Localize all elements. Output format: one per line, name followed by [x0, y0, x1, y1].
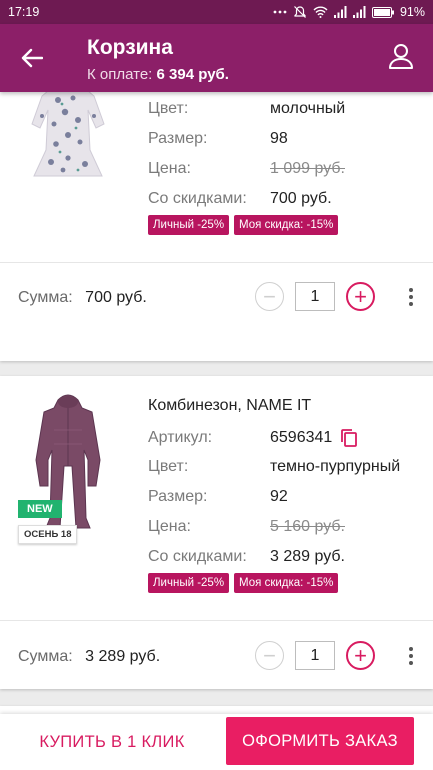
page-title: Корзина [87, 36, 173, 59]
copy-icon[interactable] [340, 428, 358, 448]
sum-label: Сумма: [18, 289, 73, 306]
increase-button[interactable]: + [346, 641, 375, 670]
battery-level: 91% [399, 5, 425, 19]
status-time: 17:19 [8, 5, 40, 19]
season-badge: ОСЕНЬ 18 [18, 525, 78, 544]
cart-item: NEW ОСЕНЬ 18 Комбинезон, NAME IT Артикул… [0, 376, 433, 689]
battery-icon [371, 6, 394, 18]
article-value: 6596341 [270, 429, 333, 446]
new-badge: NEW [18, 500, 62, 518]
profile-button[interactable] [385, 40, 417, 72]
color-value: темно-пурпурный [270, 458, 401, 475]
wifi-icon [313, 6, 328, 18]
more-vert-icon [409, 288, 413, 292]
item-menu-button[interactable] [407, 647, 415, 665]
bottom-action-bar: КУПИТЬ В 1 КЛИК ОФОРМИТЬ ЗАКАЗ [0, 714, 433, 770]
mute-icon [293, 5, 307, 19]
discounted-value: 700 руб. [270, 190, 332, 207]
arrow-back-icon [21, 48, 43, 68]
price-value: 5 160 руб. [270, 518, 345, 535]
price-value: 1 099 руб. [270, 160, 345, 177]
price-label: Цена: [148, 518, 191, 535]
user-icon [389, 44, 413, 69]
pay-label: К оплате: [87, 66, 153, 83]
divider [0, 620, 433, 621]
discount-badges: Личный -25% Моя скидка: -15% [148, 215, 339, 235]
app-bar: Корзина К оплате: 6 394 руб. [0, 24, 433, 92]
sum-value: 700 руб. [85, 289, 147, 306]
minus-icon: − [263, 283, 276, 309]
size-row: Размер: 92 [148, 488, 288, 506]
more-icon [273, 9, 287, 15]
personal-discount-badge: Личный -25% [148, 573, 230, 593]
discounted-label: Со скидками: [148, 190, 247, 207]
quantity-field[interactable]: 1 [295, 282, 335, 311]
color-row: Цвет: темно-пурпурный [148, 458, 400, 476]
discounted-value: 3 289 руб. [270, 548, 345, 565]
personal-discount-badge: Личный -25% [148, 215, 230, 235]
discounted-row: Со скидками: 700 руб. [148, 190, 332, 208]
checkout-button[interactable]: ОФОРМИТЬ ЗАКАЗ [226, 717, 414, 765]
cart-item: Артикул: 6327153 Цвет: молочный Размер: … [0, 92, 433, 361]
size-label: Размер: [148, 488, 208, 505]
my-discount-badge: Моя скидка: -15% [234, 573, 339, 593]
item-menu-button[interactable] [407, 288, 415, 306]
color-row: Цвет: молочный [148, 100, 345, 118]
pay-amount: 6 394 руб. [156, 66, 229, 83]
decrease-button[interactable]: − [255, 282, 284, 311]
color-value: молочный [270, 100, 346, 117]
cart-list[interactable]: Артикул: 6327153 Цвет: молочный Размер: … [0, 92, 433, 714]
price-row: Цена: 1 099 руб. [148, 160, 345, 178]
status-bar: 17:19 91% [0, 0, 433, 24]
article-label: Артикул: [148, 429, 213, 446]
size-label: Размер: [148, 130, 208, 147]
quantity-stepper: − 1 + [255, 282, 375, 311]
sum-row: Сумма: 3 289 руб. [18, 648, 160, 666]
buy-one-click-button[interactable]: КУПИТЬ В 1 КЛИК [14, 724, 210, 760]
color-label: Цвет: [148, 100, 189, 117]
size-value: 92 [270, 488, 288, 505]
discounted-row: Со скидками: 3 289 руб. [148, 548, 345, 566]
product-image[interactable] [18, 92, 118, 190]
discount-badges: Личный -25% Моя скидка: -15% [148, 573, 339, 593]
sum-label: Сумма: [18, 648, 73, 665]
back-button[interactable] [16, 42, 48, 74]
price-label: Цена: [148, 160, 191, 177]
decrease-button[interactable]: − [255, 641, 284, 670]
product-name[interactable]: Комбинезон, NAME IT [148, 397, 311, 415]
sum-row: Сумма: 700 руб. [18, 289, 147, 307]
increase-button[interactable]: + [346, 282, 375, 311]
color-label: Цвет: [148, 458, 189, 475]
article-row: Артикул: 6596341 [148, 428, 358, 448]
minus-icon: − [263, 642, 276, 668]
price-row: Цена: 5 160 руб. [148, 518, 345, 536]
divider [0, 262, 433, 263]
signal-icon-2 [352, 6, 366, 18]
plus-icon: + [354, 283, 367, 309]
discounted-label: Со скидками: [148, 548, 247, 565]
quantity-field[interactable]: 1 [295, 641, 335, 670]
sum-value: 3 289 руб. [85, 648, 161, 665]
my-discount-badge: Моя скидка: -15% [234, 215, 339, 235]
more-vert-icon [409, 647, 413, 651]
cart-item-peek [0, 706, 433, 714]
plus-icon: + [354, 642, 367, 668]
size-value: 98 [270, 130, 288, 147]
pay-total: К оплате: 6 394 руб. [87, 66, 229, 83]
quantity-stepper: − 1 + [255, 641, 375, 670]
signal-icon [333, 6, 347, 18]
size-row: Размер: 98 [148, 130, 288, 148]
